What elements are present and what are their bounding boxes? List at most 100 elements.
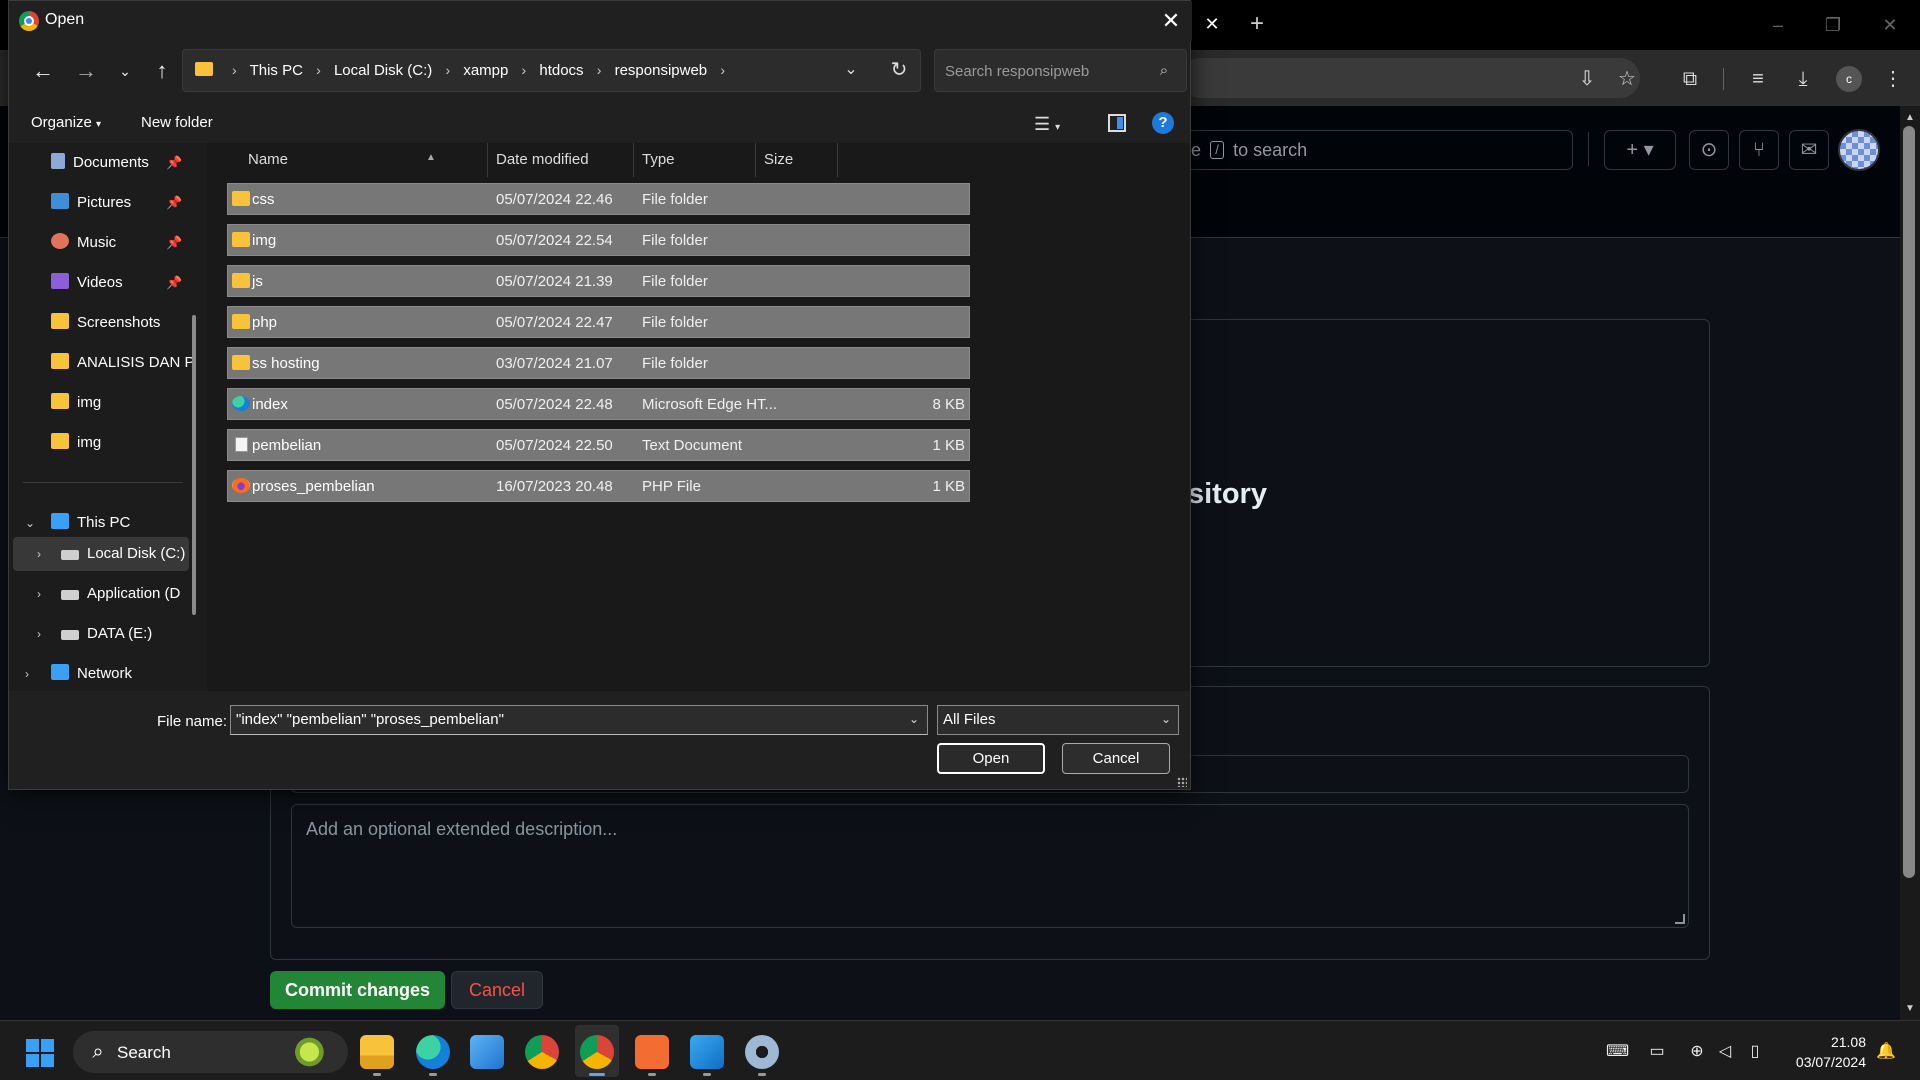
column-date-modified[interactable]: Date modified bbox=[488, 143, 634, 177]
column-name[interactable]: Name ▲ bbox=[240, 143, 488, 177]
downloads-icon[interactable]: ⤓ bbox=[1788, 64, 1818, 94]
file-name-history-chevron-icon[interactable]: ⌄ bbox=[909, 712, 919, 726]
media-control-icon[interactable]: ≡ bbox=[1743, 64, 1773, 94]
refresh-icon[interactable]: ↻ bbox=[885, 56, 913, 84]
nav-item-music[interactable]: Music bbox=[51, 229, 116, 257]
nav-item-img[interactable]: img bbox=[51, 389, 101, 417]
file-explorer-icon[interactable] bbox=[360, 1035, 394, 1069]
taskbar-search[interactable]: ⌕ Search bbox=[73, 1031, 348, 1073]
chevron-right-icon[interactable]: › bbox=[25, 660, 29, 688]
folder-search-input[interactable] bbox=[945, 60, 1145, 82]
github-search-box[interactable]: pe / to search bbox=[1160, 130, 1573, 170]
tablet-mode-icon[interactable]: ▭ bbox=[1646, 1041, 1668, 1063]
view-options-icon[interactable]: ☰ ▾ bbox=[1034, 111, 1078, 137]
nav-item-analisis[interactable]: ANALISIS DAN P bbox=[51, 349, 195, 377]
create-new-button[interactable]: + ▾ bbox=[1604, 130, 1676, 170]
new-folder-button[interactable]: New folder bbox=[141, 114, 213, 131]
dialog-close-icon[interactable]: ✕ bbox=[1154, 5, 1188, 37]
new-tab-icon[interactable]: + bbox=[1243, 10, 1271, 38]
column-type[interactable]: Type bbox=[634, 143, 756, 177]
file-row[interactable]: js 05/07/2024 21.39 File folder bbox=[227, 265, 970, 297]
help-icon[interactable]: ? bbox=[1152, 112, 1174, 134]
user-avatar[interactable] bbox=[1838, 129, 1880, 171]
commit-changes-button[interactable]: Commit changes bbox=[270, 971, 445, 1009]
scroll-down-icon[interactable]: ▼ bbox=[1901, 1003, 1919, 1017]
address-breadcrumb-bar[interactable]: › This PC › Local Disk (C:) › xampp › ht… bbox=[182, 49, 921, 92]
nav-item-screenshots[interactable]: Screenshots bbox=[51, 309, 160, 337]
bookmark-star-icon[interactable]: ☆ bbox=[1612, 64, 1642, 94]
start-windows-icon[interactable] bbox=[26, 1039, 54, 1067]
chevron-right-icon[interactable]: › bbox=[37, 620, 41, 648]
resize-handle[interactable] bbox=[1675, 914, 1685, 924]
nav-item-application-drive[interactable]: Application (D bbox=[61, 580, 180, 608]
xampp-icon[interactable] bbox=[635, 1035, 669, 1069]
file-row[interactable]: ss hosting 03/07/2024 21.07 File folder bbox=[227, 347, 970, 379]
breadcrumb-this-pc[interactable]: This PC bbox=[250, 62, 303, 79]
breadcrumb-xampp[interactable]: xampp bbox=[463, 62, 508, 79]
organize-menu[interactable]: Organize ▾ bbox=[31, 114, 101, 131]
cancel-commit-button[interactable]: Cancel bbox=[451, 971, 543, 1009]
preview-pane-icon[interactable] bbox=[1106, 111, 1130, 135]
pin-icon[interactable]: 📌 bbox=[166, 229, 182, 257]
breadcrumb-separator-icon[interactable]: › bbox=[720, 62, 725, 78]
breadcrumb-local-disk[interactable]: Local Disk (C:) bbox=[334, 62, 432, 79]
browser-menu-icon[interactable]: ⋮ bbox=[1878, 64, 1908, 94]
network-globe-icon[interactable]: ⊕ bbox=[1686, 1041, 1708, 1063]
chevron-down-icon[interactable]: ⌄ bbox=[25, 509, 35, 537]
window-close-icon[interactable]: ✕ bbox=[1870, 10, 1910, 40]
nav-item-documents[interactable]: Documents bbox=[51, 149, 149, 177]
file-row[interactable]: pembelian 05/07/2024 22.50 Text Document 1 … bbox=[227, 429, 970, 461]
battery-icon[interactable]: ▯ bbox=[1744, 1041, 1766, 1063]
file-type-select[interactable]: All Files bbox=[937, 705, 1179, 735]
file-row[interactable]: img 05/07/2024 22.54 File folder bbox=[227, 224, 970, 256]
nav-pane-scrollbar[interactable] bbox=[192, 315, 196, 615]
nav-item-this-pc[interactable]: This PC bbox=[51, 509, 130, 537]
recent-locations-icon[interactable]: ⌄ bbox=[110, 57, 140, 85]
up-folder-icon[interactable]: ↑ bbox=[147, 57, 177, 85]
extensions-icon[interactable]: ⧉ bbox=[1675, 64, 1705, 94]
file-row[interactable]: index 05/07/2024 22.48 Microsoft Edge HT..… bbox=[227, 388, 970, 420]
breadcrumb-responsipweb[interactable]: responsipweb bbox=[615, 62, 708, 79]
chrome-active-icon[interactable] bbox=[580, 1035, 614, 1069]
address-history-chevron-icon[interactable]: ⌄ bbox=[839, 58, 863, 82]
nav-item-pictures[interactable]: Pictures bbox=[51, 189, 131, 217]
back-icon[interactable]: ← bbox=[28, 57, 58, 85]
vscode-icon[interactable] bbox=[690, 1035, 724, 1069]
system-clock[interactable]: 21.08 03/07/2024 bbox=[1782, 1032, 1866, 1072]
nav-item-local-disk[interactable]: Local Disk (C:) bbox=[61, 540, 185, 568]
pin-icon[interactable]: 📌 bbox=[166, 149, 182, 177]
chevron-down-icon[interactable]: ⌄ bbox=[1161, 712, 1171, 726]
pin-icon[interactable]: 📌 bbox=[166, 269, 182, 297]
keyboard-icon[interactable]: ⌨ bbox=[1606, 1041, 1629, 1063]
folder-search-box[interactable]: ⌕ bbox=[934, 49, 1187, 92]
restore-icon[interactable]: ❐ bbox=[1813, 10, 1853, 40]
chevron-right-icon[interactable]: › bbox=[37, 540, 41, 568]
page-scroll-thumb[interactable] bbox=[1903, 126, 1915, 878]
edge-icon[interactable] bbox=[416, 1035, 450, 1069]
nav-item-videos[interactable]: Videos bbox=[51, 269, 123, 297]
pull-requests-icon[interactable]: ⑂ bbox=[1739, 130, 1779, 170]
resize-grip[interactable] bbox=[1177, 777, 1187, 787]
file-row[interactable]: php 05/07/2024 22.47 File folder bbox=[227, 306, 970, 338]
column-size[interactable]: Size bbox=[756, 143, 838, 177]
install-app-icon[interactable]: ⇩ bbox=[1572, 64, 1602, 94]
chevron-right-icon[interactable]: › bbox=[37, 580, 41, 608]
nav-item-network[interactable]: Network bbox=[51, 660, 132, 688]
tab-close-icon[interactable]: ✕ bbox=[1200, 12, 1224, 36]
file-row[interactable]: css 05/07/2024 22.46 File folder bbox=[227, 183, 970, 215]
inbox-icon[interactable]: ✉ bbox=[1789, 130, 1829, 170]
commit-description-input[interactable]: Add an optional extended description... bbox=[291, 804, 1689, 928]
breadcrumb-htdocs[interactable]: htdocs bbox=[539, 62, 583, 79]
notifications-bell-icon[interactable]: 🔔 bbox=[1875, 1041, 1897, 1063]
scroll-up-icon[interactable]: ▲ bbox=[1901, 112, 1919, 126]
file-row[interactable]: proses_pembelian 16/07/2023 20.48 PHP File… bbox=[227, 470, 970, 502]
mail-icon[interactable] bbox=[470, 1035, 504, 1069]
volume-muted-icon[interactable]: ◁ bbox=[1714, 1041, 1736, 1063]
nav-item-data-drive[interactable]: DATA (E:) bbox=[61, 620, 152, 648]
address-bar[interactable] bbox=[1180, 58, 1640, 98]
issues-icon[interactable]: ⊙ bbox=[1689, 130, 1729, 170]
nav-item-img-2[interactable]: img bbox=[51, 429, 101, 457]
chrome-icon[interactable] bbox=[525, 1035, 559, 1069]
pin-icon[interactable]: 📌 bbox=[166, 189, 182, 217]
file-name-input[interactable]: "index" "pembelian" "proses_pembelian" bbox=[230, 705, 928, 735]
